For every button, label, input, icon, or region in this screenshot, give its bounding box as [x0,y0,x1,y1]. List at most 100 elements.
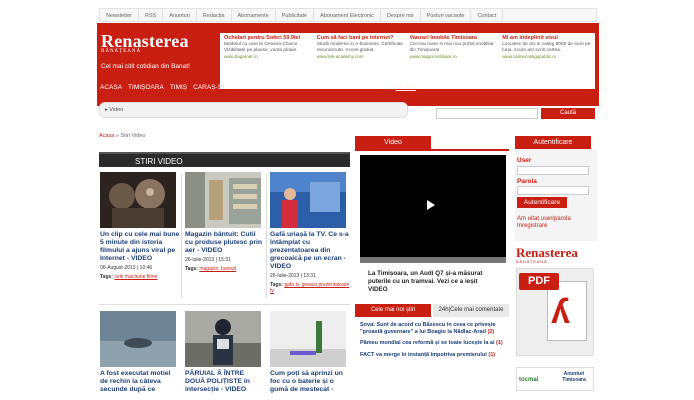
tab-latest-news[interactable]: Cele mai noi știri [355,304,431,317]
nav-item-sport[interactable]: SPORT [329,81,357,95]
play-icon[interactable] [427,200,435,210]
tags-label: Tags: [100,274,113,280]
video-card[interactable]: Magazin bântuit: Cutii cu produse plutes… [185,172,265,272]
section-label: ▸ Video [105,107,124,113]
breadcrumb-home[interactable]: Acasa [99,133,114,139]
video-card-title[interactable]: Magazin bântuit: Cutii cu produse plutes… [185,231,265,255]
video-card[interactable]: PĂRUIAL Ă ÎNTRE DOUĂ POLIȚISTE în inters… [185,311,265,394]
ad-url[interactable]: www.bagarnet.ro [224,54,313,60]
user-field[interactable] [517,166,589,175]
ad-block[interactable]: Mi am indeplinit visul Locuiesc de doi s… [502,35,591,87]
ad-block[interactable]: Vanzari Imobile Timisoara Cel mai mare s… [410,35,499,87]
thumbnail-police-image [185,311,261,367]
video-card-date: 06-August-2013 | 10:46 [100,265,153,271]
top-link-redactia[interactable]: Redacția [197,9,232,21]
video-card-date: 26-Iulie-2013 | 13:31 [270,273,316,279]
top-link-abonament-electronic[interactable]: Abonament Electronic [314,9,381,21]
video-panel-rule [355,149,509,151]
list-item[interactable]: FACT va merge în instanță împotriva prem… [360,352,506,359]
top-link-newsletter[interactable]: Newsletter [100,9,139,21]
list-item-text[interactable]: Pămeu mondial cea reformă și se toate lu… [360,340,495,346]
search-button[interactable]: Caută [541,108,595,119]
nav-item-caras-severin[interactable]: CARAȘ-SEVERIN [190,81,249,95]
row-divider [99,304,350,305]
video-card-title[interactable]: Cum poți să aprinzi un foc cu o baterie … [270,370,350,394]
tab-video[interactable]: Video [355,136,431,149]
login-button[interactable]: Autentificare [517,197,567,208]
search-input[interactable] [436,108,538,119]
password-label: Parola [517,178,537,185]
video-card-title[interactable]: Gafă uriașă la TV. Ce s-a întâmplat cu p… [270,231,350,271]
card-divider [266,174,267,298]
pdf-icon[interactable]: PDF [519,273,559,290]
list-item-text[interactable]: FACT va merge în instanță împotriva prem… [360,352,487,358]
site-header: Renasterea BĂNĂȚEANĂ Cel mai citit cotid… [97,23,599,106]
video-thumbnail[interactable] [185,311,261,367]
video-controls[interactable] [360,257,506,263]
breadcrumb-current: Stiri Video [120,133,146,139]
list-item[interactable]: Șova: Sunt de acord cu Băsescu în ceea c… [360,322,506,335]
nav-item-monden[interactable]: MONDEN [358,81,393,95]
list-item-text[interactable]: Șova: Sunt de acord cu Băsescu în ceea c… [360,322,496,335]
ad-title[interactable]: Mi am indeplinit visul [502,35,591,42]
nav-item-mapamond[interactable]: MAPAMOND [286,81,330,95]
video-thumbnail[interactable] [270,172,346,228]
most-read-list: Șova: Sunt de acord cu Băsescu în ceea c… [360,322,506,363]
card-divider [181,174,182,298]
site-tagline: Cel mai citit cotidian din Banat! [101,63,190,70]
ad-url[interactable]: www.link-academy.com [317,54,406,60]
top-link-despre-noi[interactable]: Despre noi [381,9,421,21]
comment-count: (2) [487,328,495,335]
ad-url[interactable]: www.magicimobiliare.ro [410,54,499,60]
ad-block[interactable]: Cum să faci bani pe internet? Studii mod… [317,35,406,87]
video-card[interactable]: Un clip cu cele mai bune 5 minute din is… [100,172,180,280]
video-card-title[interactable]: PĂRUIAL Ă ÎNTRE DOUĂ POLIȚISTE în inters… [185,370,265,394]
nav-item-romania[interactable]: ROMÂNIA [249,81,285,95]
video-thumbnail[interactable] [100,311,176,367]
forgot-link[interactable]: Am uitat user/parola Inregistrare [517,216,597,230]
pdf-edition[interactable]: PDF ʎ [516,268,594,356]
ad-title[interactable]: Ochelari pentru Soferi 59.9lei [224,35,313,42]
thumbnail-store-image [185,172,261,228]
top-link-abonamente[interactable]: Abonamente [232,9,276,21]
top-link-posturi-vacante[interactable]: Posturi vacante [421,9,472,21]
ad-title[interactable]: Cum să faci bani pe internet? [317,35,406,42]
password-field[interactable] [517,186,589,195]
section-bar: ▸ Video [99,102,408,118]
video-thumbnail[interactable] [100,172,176,228]
main-nav: ACASA TIMIȘOARA TIMIȘ CARAȘ-SEVERIN ROMÂ… [97,81,419,95]
tags-link[interactable]: magazin, bantuit [199,266,236,272]
nav-item-acasa[interactable]: ACASA [97,81,125,95]
nav-item-timis[interactable]: TIMIȘ [167,81,190,95]
ad-anunturi[interactable]: tocmai Anunturi Timisoara [516,367,594,391]
nav-item-video[interactable]: VIDEO [393,81,419,95]
video-card-title[interactable]: Un clip cu cele mai bune 5 minute din is… [100,231,180,263]
top-link-anunturi[interactable]: Anunturi [163,9,197,21]
tags-link[interactable]: cele mai bune filme [114,274,157,280]
tab-most-commented[interactable]: 24h|Cele mai comentate [433,304,509,317]
ad-url[interactable]: www.onlinecastigapublic.ro [502,54,591,60]
comment-count: (1) [496,340,503,346]
breadcrumb: Acasa » Stiri Video [99,133,145,139]
acrobat-icon: ʎ [551,293,570,331]
top-link-contact[interactable]: Contact [471,9,504,21]
video-caption[interactable]: La Timișoara, un Audi Q7 și-a măsurat pu… [368,270,498,294]
video-card[interactable]: Cum poți să aprinzi un foc cu o baterie … [270,311,350,394]
nav-item-timisoara[interactable]: TIMIȘOARA [125,81,167,95]
top-link-publicitate[interactable]: Publicitate [276,9,315,21]
promo-logo-subtitle: BĂNĂȚEANĂ [516,259,548,264]
ad-block[interactable]: Ochelari pentru Soferi 59.9lei Modelul c… [224,35,313,87]
video-card-tags: Tags: gafa tv, greaca prezentatoare tv [270,282,350,294]
top-link-rss[interactable]: RSS [139,9,164,21]
video-thumbnail[interactable] [270,311,346,367]
comment-count: (1) [488,351,496,358]
video-card-date: 26-Iulie-2013 | 15:31 [185,257,231,263]
list-item[interactable]: Pămeu mondial cea reformă și se toate lu… [360,340,506,347]
video-card[interactable]: A fost executat motiel de rechin la câte… [100,311,180,394]
ad-title[interactable]: Vanzari Imobile Timisoara [410,35,499,42]
video-thumbnail[interactable] [185,172,261,228]
video-player[interactable] [360,155,506,263]
ad-anunturi-label[interactable]: Anunturi Timisoara [555,371,593,383]
video-card[interactable]: Gafă uriașă la TV. Ce s-a întâmplat cu p… [270,172,350,294]
video-card-title[interactable]: A fost executat motiel de rechin la câte… [100,370,180,394]
